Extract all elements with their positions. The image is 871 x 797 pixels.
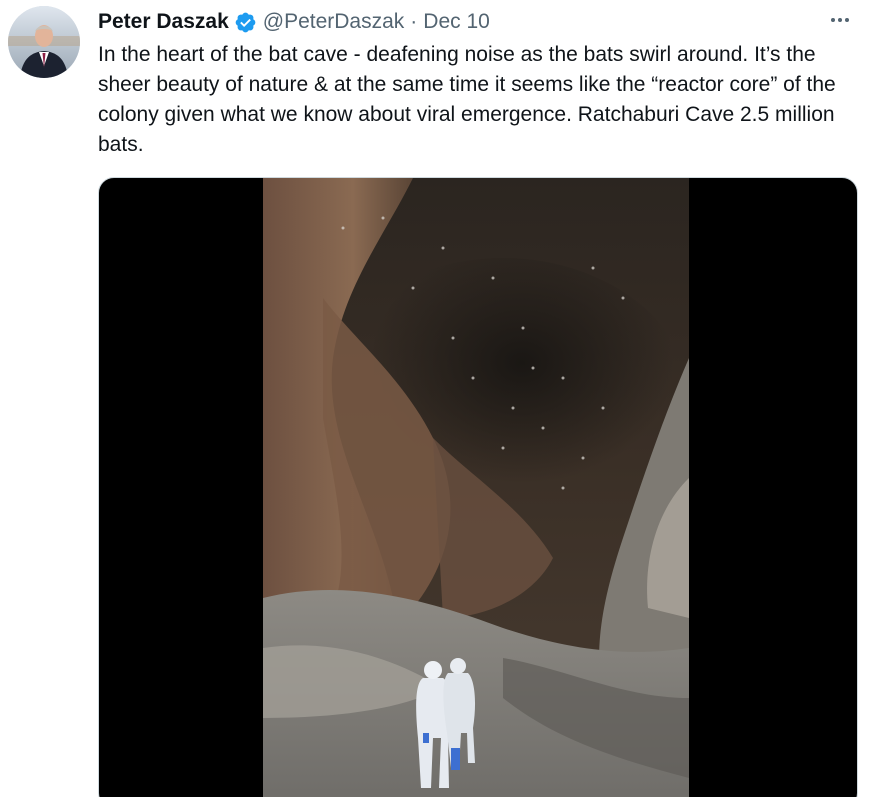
author-name[interactable]: Peter Daszak [98, 10, 229, 34]
tweet-text: In the heart of the bat cave - deafening… [98, 43, 836, 156]
more-horizontal-icon[interactable] [825, 6, 855, 34]
separator-dot: · [410, 10, 418, 33]
video-player[interactable] [98, 177, 858, 797]
tweet-date[interactable]: Dec 10 [423, 10, 490, 34]
verified-badge-icon [234, 11, 257, 34]
author-handle[interactable]: @PeterDaszak [263, 10, 405, 34]
tweet[interactable]: Peter Daszak @PeterDaszak · Dec 10 In th… [0, 0, 871, 797]
video-frame [263, 178, 689, 797]
avatar[interactable] [8, 6, 80, 78]
tweet-header: Peter Daszak @PeterDaszak · Dec 10 [98, 8, 490, 36]
avatar-image [8, 6, 80, 78]
